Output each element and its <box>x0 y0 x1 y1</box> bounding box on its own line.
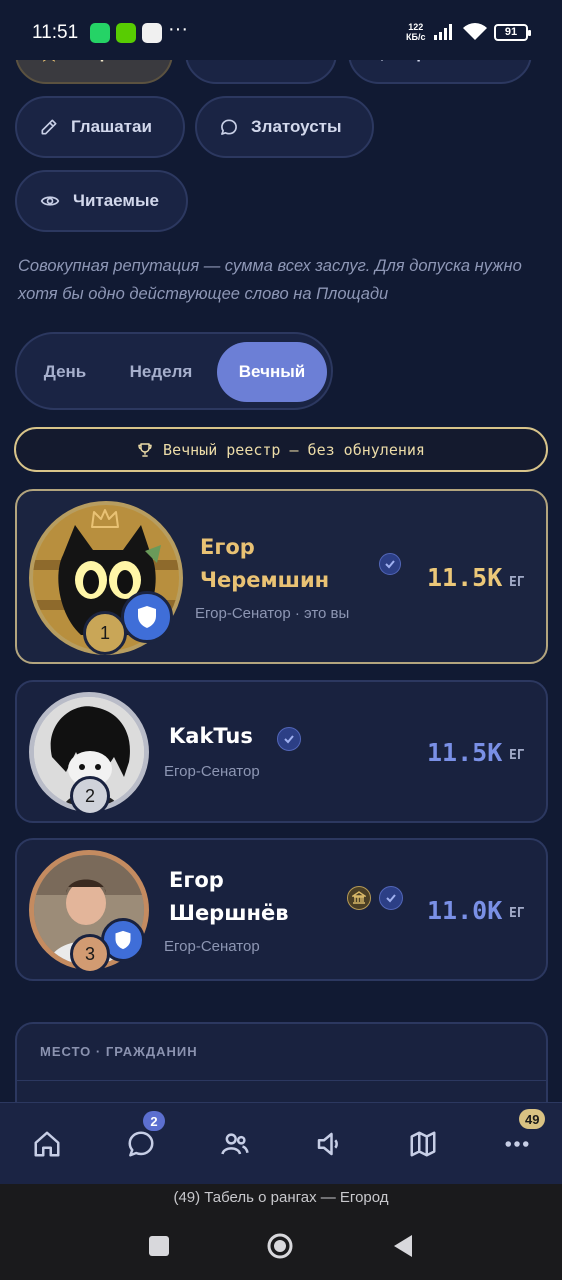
map-icon[interactable] <box>408 1129 438 1159</box>
chat-icon[interactable] <box>126 1129 156 1159</box>
more-notifications-icon: ··· <box>168 18 188 40</box>
verified-icon <box>379 553 401 575</box>
bank-icon <box>347 886 371 910</box>
chat-bubble-icon <box>221 119 237 135</box>
home-button-icon[interactable] <box>266 1232 294 1260</box>
people-icon[interactable] <box>220 1129 250 1159</box>
leader-name-line1: KakTus <box>169 724 253 748</box>
rank-number: 3 <box>84 943 95 964</box>
eternal-registry-banner: Вечный реестр — без обнуления <box>14 427 548 472</box>
rank-badge-silver: 2 <box>70 776 110 816</box>
bottom-navigation: 2 49 <box>0 1102 562 1184</box>
signal-icon <box>434 24 452 40</box>
leader-name-line2: Черемшин <box>200 568 330 592</box>
leader-role: Егор-Сенатор · это вы <box>195 605 350 622</box>
score-unit: ЕГ <box>509 906 525 921</box>
banner-text: Вечный реестр — без обнуления <box>163 440 425 459</box>
leader-role: Егор-Сенатор <box>164 763 260 780</box>
back-icon[interactable] <box>392 1234 414 1258</box>
status-time: 11:51 <box>32 22 79 43</box>
leader-card[interactable]: 2 KakTus Егор-Сенатор 11.5K ЕГ <box>15 680 548 823</box>
rank-badge-bronze: 3 <box>70 934 110 974</box>
leader-card[interactable]: 1 Егор Черемшин Егор-Сенатор · это вы 11… <box>15 489 548 664</box>
period-tab-week[interactable]: Неделя <box>113 342 209 402</box>
filter-label: Глашатаи <box>71 117 152 136</box>
leader-card[interactable]: 3 Егор Шершнёв Егор-Сенатор 11.0K ЕГ <box>15 838 548 981</box>
period-tab-day[interactable]: День <box>25 342 105 402</box>
more-icon[interactable] <box>502 1129 532 1159</box>
period-tab-eternal[interactable]: Вечный <box>217 342 327 402</box>
eye-icon <box>40 196 60 206</box>
rank-number: 1 <box>99 622 110 643</box>
home-icon[interactable] <box>32 1129 62 1159</box>
leader-name[interactable]: Егор Черемшин <box>200 531 329 597</box>
leader-name[interactable]: Егор Шершнёв <box>169 864 289 930</box>
upload-app-icon <box>142 23 162 43</box>
period-switch: День Неделя Вечный <box>15 332 333 410</box>
chat-unread-badge: 2 <box>143 1111 165 1131</box>
leader-name-line1: Егор <box>169 868 224 892</box>
whatsapp-icon <box>90 23 110 43</box>
filter-read[interactable]: Читаемые <box>15 170 188 232</box>
wifi-icon <box>463 23 487 40</box>
crown-icon <box>91 509 119 528</box>
filter-label: Читаемые <box>73 191 159 210</box>
leader-score: 11.5K <box>427 563 503 592</box>
filter-heralds[interactable]: Глашатаи <box>15 96 185 158</box>
rank-number: 2 <box>84 785 95 806</box>
network-speed: 122 КБ/с <box>406 22 425 42</box>
status-bar: 11:51 ··· 122 КБ/с 91 <box>0 0 562 60</box>
rank-badge-gold: 1 <box>83 611 127 655</box>
verified-icon <box>379 886 403 910</box>
leader-name[interactable]: KakTus <box>169 720 253 753</box>
leader-score: 11.0K <box>427 896 503 925</box>
filter-label: Златоусты <box>251 117 342 136</box>
rating-description: Совокупная репутация — сумма всех заслуг… <box>18 257 522 303</box>
recent-apps-icon[interactable] <box>148 1235 170 1257</box>
score-unit: ЕГ <box>509 575 525 590</box>
duolingo-icon <box>116 23 136 43</box>
window-caption: (49) Табель о рангах — Егород <box>0 1184 562 1212</box>
leader-name-line2: Шершнёв <box>169 901 289 925</box>
senator-shield-icon <box>121 591 173 643</box>
network-speed-unit: КБ/с <box>406 32 426 42</box>
battery-indicator: 91 <box>494 24 531 41</box>
leader-score: 11.5K <box>427 738 503 767</box>
system-navigation-bar <box>0 1212 562 1280</box>
table-header: МЕСТО · ГРАЖДАНИН <box>40 1044 198 1059</box>
megaphone-icon[interactable] <box>314 1129 344 1159</box>
filter-orators[interactable]: Златоусты <box>195 96 374 158</box>
score-unit: ЕГ <box>509 748 525 763</box>
divider <box>17 1080 546 1081</box>
leader-role: Егор-Сенатор <box>164 938 260 955</box>
verified-icon <box>277 727 301 751</box>
pencil-icon <box>41 119 57 135</box>
more-badge: 49 <box>519 1109 546 1129</box>
trophy-icon <box>138 442 152 457</box>
leader-name-line1: Егор <box>200 535 255 559</box>
network-speed-value: 122 <box>408 22 424 32</box>
